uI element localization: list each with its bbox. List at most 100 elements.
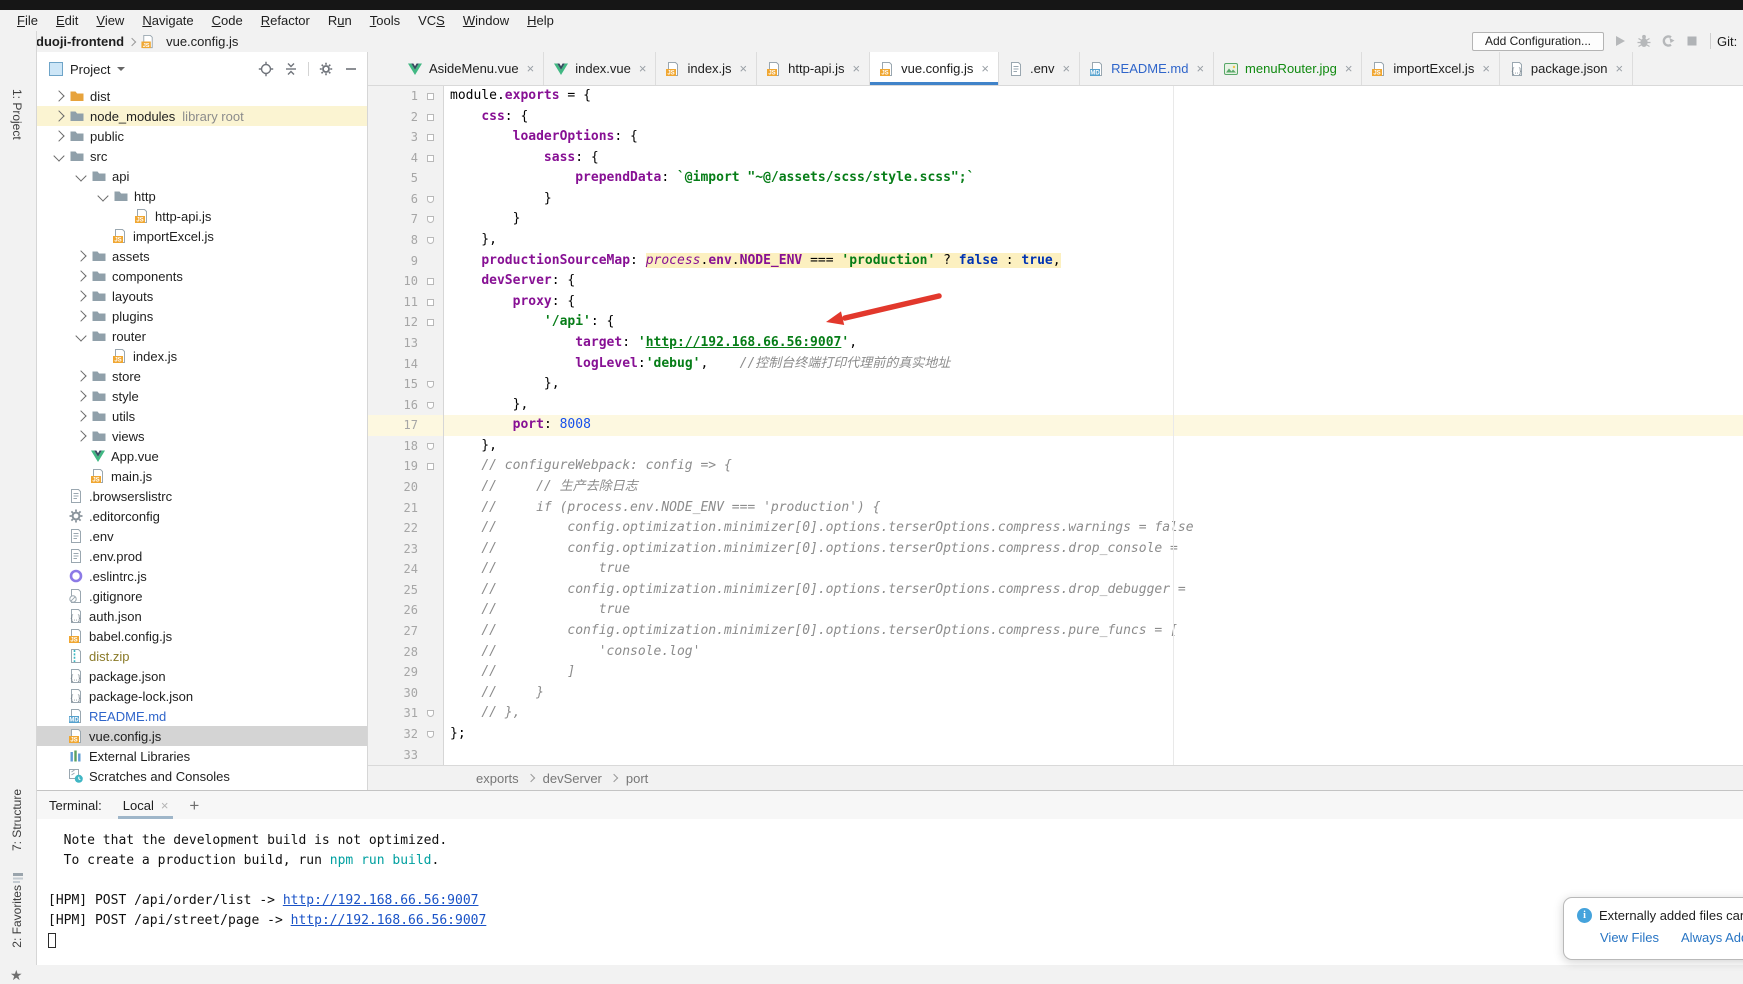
code-line-33[interactable]: 33 — [368, 745, 1743, 766]
tree-item-importexcel-js[interactable]: JSimportExcel.js — [37, 226, 367, 246]
tree-item-assets[interactable]: assets — [37, 246, 367, 266]
tree-chevron-icon[interactable] — [53, 150, 64, 161]
fold-marker[interactable] — [427, 381, 434, 388]
code-line-9[interactable]: 9 productionSourceMap: process.env.NODE_… — [368, 251, 1743, 272]
close-icon[interactable]: × — [853, 61, 861, 76]
code-line-28[interactable]: 28 // 'console.log' — [368, 642, 1743, 663]
tree-item-node-modules[interactable]: node_moduleslibrary root — [37, 106, 367, 126]
editor-tab-index-js[interactable]: JSindex.js× — [656, 52, 757, 85]
project-panel-title[interactable]: Project — [70, 62, 110, 77]
fold-marker[interactable] — [427, 443, 434, 450]
fold-marker[interactable] — [427, 237, 434, 244]
fold-marker[interactable] — [427, 114, 434, 121]
fold-marker[interactable] — [427, 278, 434, 285]
code-line-12[interactable]: 12 '/api': { — [368, 312, 1743, 333]
code-line-26[interactable]: 26 // true — [368, 600, 1743, 621]
tree-item-views[interactable]: views — [37, 426, 367, 446]
menu-file[interactable]: File — [8, 12, 47, 29]
close-icon[interactable]: × — [1063, 61, 1071, 76]
tree-item-main-js[interactable]: JSmain.js — [37, 466, 367, 486]
close-icon[interactable]: × — [1196, 61, 1204, 76]
editor-tab-vue-config-js[interactable]: JSvue.config.js× — [870, 52, 999, 85]
tree-item-vue-config-js[interactable]: JSvue.config.js — [37, 726, 367, 746]
menu-navigate[interactable]: Navigate — [133, 12, 202, 29]
code-line-11[interactable]: 11 proxy: { — [368, 292, 1743, 313]
breadcrumb-port[interactable]: port — [626, 771, 648, 786]
run-with-coverage-icon[interactable] — [1660, 33, 1676, 49]
code-line-27[interactable]: 27 // config.optimization.minimizer[0].o… — [368, 621, 1743, 642]
run-icon[interactable] — [1612, 33, 1628, 49]
tree-chevron-icon[interactable] — [53, 130, 64, 141]
debug-icon[interactable] — [1636, 33, 1652, 49]
hide-panel-icon[interactable] — [343, 61, 359, 77]
tree-item-http-api-js[interactable]: JShttp-api.js — [37, 206, 367, 226]
code-line-15[interactable]: 15 }, — [368, 374, 1743, 395]
fold-marker[interactable] — [427, 155, 434, 162]
fold-marker[interactable] — [427, 216, 434, 223]
editor-tab-readme-md[interactable]: MDREADME.md× — [1080, 52, 1214, 85]
breadcrumb-project[interactable]: duoji-frontend — [36, 34, 124, 49]
tree-chevron-icon[interactable] — [75, 170, 86, 181]
toolwindow-button-structure[interactable]: 7: Structure — [10, 789, 24, 851]
tree-chevron-icon[interactable] — [75, 330, 86, 341]
tree-item-store[interactable]: store — [37, 366, 367, 386]
tree-chevron-icon[interactable] — [75, 270, 86, 281]
git-label[interactable]: Git: — [1717, 34, 1737, 49]
notification-action-view-files[interactable]: View Files — [1600, 930, 1659, 945]
tree-item-public[interactable]: public — [37, 126, 367, 146]
code-line-14[interactable]: 14 logLevel:'debug', //控制台终端打印代理前的真实地址 — [368, 354, 1743, 375]
fold-marker[interactable] — [427, 319, 434, 326]
menu-run[interactable]: Run — [319, 12, 361, 29]
code-line-29[interactable]: 29 // ] — [368, 662, 1743, 683]
tree-chevron-icon[interactable] — [75, 410, 86, 421]
tree-item-src[interactable]: src — [37, 146, 367, 166]
tree-item-style[interactable]: style — [37, 386, 367, 406]
tree-item-gitignore[interactable]: .gitignore — [37, 586, 367, 606]
tree-chevron-icon[interactable] — [75, 390, 86, 401]
code-line-22[interactable]: 22 // config.optimization.minimizer[0].o… — [368, 518, 1743, 539]
menu-refactor[interactable]: Refactor — [252, 12, 319, 29]
collapse-all-icon[interactable] — [283, 61, 299, 77]
tree-item-env[interactable]: .env — [37, 526, 367, 546]
gear-icon[interactable] — [318, 61, 334, 77]
fold-marker[interactable] — [427, 299, 434, 306]
tree-item-dist[interactable]: dist — [37, 86, 367, 106]
tree-item-plugins[interactable]: plugins — [37, 306, 367, 326]
tree-chevron-icon[interactable] — [75, 430, 86, 441]
tree-item-auth-json[interactable]: {..}auth.json — [37, 606, 367, 626]
code-line-19[interactable]: 19 // configureWebpack: config => { — [368, 456, 1743, 477]
code-line-23[interactable]: 23 // config.optimization.minimizer[0].o… — [368, 539, 1743, 560]
editor-tab-asidemenu-vue[interactable]: AsideMenu.vue× — [398, 52, 544, 85]
code-editor[interactable]: 1module.exports = {2 css: {3 loaderOptio… — [368, 86, 1743, 765]
tree-item-api[interactable]: api — [37, 166, 367, 186]
new-terminal-button[interactable]: + — [189, 797, 199, 814]
fold-marker[interactable] — [427, 463, 434, 470]
terminal-tab-local[interactable]: Local × — [118, 791, 174, 819]
tree-item-components[interactable]: components — [37, 266, 367, 286]
close-icon[interactable]: × — [639, 61, 647, 76]
breadcrumb-devserver[interactable]: devServer — [543, 771, 602, 786]
close-icon[interactable]: × — [1616, 61, 1624, 76]
code-line-3[interactable]: 3 loaderOptions: { — [368, 127, 1743, 148]
menu-help[interactable]: Help — [518, 12, 563, 29]
tree-chevron-icon[interactable] — [97, 190, 108, 201]
fold-marker[interactable] — [427, 731, 434, 738]
code-line-31[interactable]: 31 // }, — [368, 703, 1743, 724]
close-icon[interactable]: × — [1482, 61, 1490, 76]
editor-tab-package-json[interactable]: {..}package.json× — [1500, 52, 1633, 85]
tree-item-eslintrc-js[interactable]: .eslintrc.js — [37, 566, 367, 586]
close-icon[interactable]: × — [1345, 61, 1353, 76]
menu-vcs[interactable]: VCS — [409, 12, 454, 29]
tree-item-layouts[interactable]: layouts — [37, 286, 367, 306]
close-icon[interactable]: × — [527, 61, 535, 76]
terminal-cursor[interactable] — [48, 933, 56, 948]
code-line-1[interactable]: 1module.exports = { — [368, 86, 1743, 107]
code-line-21[interactable]: 21 // if (process.env.NODE_ENV === 'prod… — [368, 498, 1743, 519]
close-icon[interactable]: × — [740, 61, 748, 76]
tree-item-scratches-and-consoles[interactable]: Scratches and Consoles — [37, 766, 367, 786]
code-line-18[interactable]: 18 }, — [368, 436, 1743, 457]
code-line-6[interactable]: 6 } — [368, 189, 1743, 210]
tree-item-env-prod[interactable]: .env.prod — [37, 546, 367, 566]
tree-item-package-json[interactable]: {..}package.json — [37, 666, 367, 686]
toolwindow-button-favorites[interactable]: 2: Favorites — [10, 885, 24, 948]
